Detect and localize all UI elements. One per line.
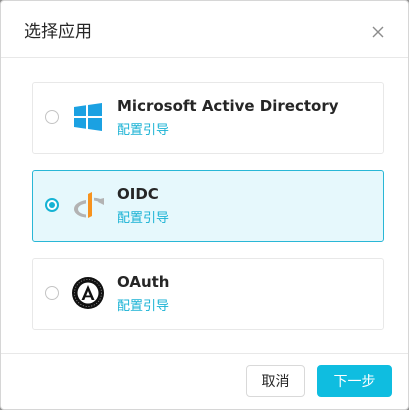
dialog-footer: 取消 下一步 bbox=[1, 353, 408, 410]
select-app-dialog: 选择应用 Microsoft Active Directory 配置引导 OID… bbox=[0, 0, 409, 410]
oauth-logo-icon bbox=[72, 277, 104, 309]
radio-oidc[interactable] bbox=[45, 198, 59, 212]
radio-oauth[interactable] bbox=[45, 286, 59, 300]
app-option-microsoft-active-directory[interactable]: Microsoft Active Directory 配置引导 bbox=[32, 82, 384, 154]
app-name: Microsoft Active Directory bbox=[117, 97, 339, 115]
app-option-oidc[interactable]: OIDC 配置引导 bbox=[32, 170, 384, 242]
cancel-button[interactable]: 取消 bbox=[246, 365, 305, 397]
app-name: OIDC bbox=[117, 185, 159, 203]
openid-logo-icon bbox=[74, 192, 104, 218]
dialog-header: 选择应用 bbox=[1, 1, 408, 58]
dialog-title: 选择应用 bbox=[24, 22, 92, 42]
next-button[interactable]: 下一步 bbox=[317, 365, 392, 397]
windows-logo-icon bbox=[74, 103, 102, 131]
dialog-body: Microsoft Active Directory 配置引导 OIDC 配置引… bbox=[1, 58, 408, 353]
app-option-oauth[interactable]: OAuth 配置引导 bbox=[32, 258, 384, 330]
app-name: OAuth bbox=[117, 273, 170, 291]
config-guide-link[interactable]: 配置引导 bbox=[117, 298, 169, 316]
config-guide-link[interactable]: 配置引导 bbox=[117, 122, 169, 140]
config-guide-link[interactable]: 配置引导 bbox=[117, 210, 169, 228]
close-icon[interactable] bbox=[371, 25, 385, 39]
radio-microsoft-active-directory[interactable] bbox=[45, 110, 59, 124]
